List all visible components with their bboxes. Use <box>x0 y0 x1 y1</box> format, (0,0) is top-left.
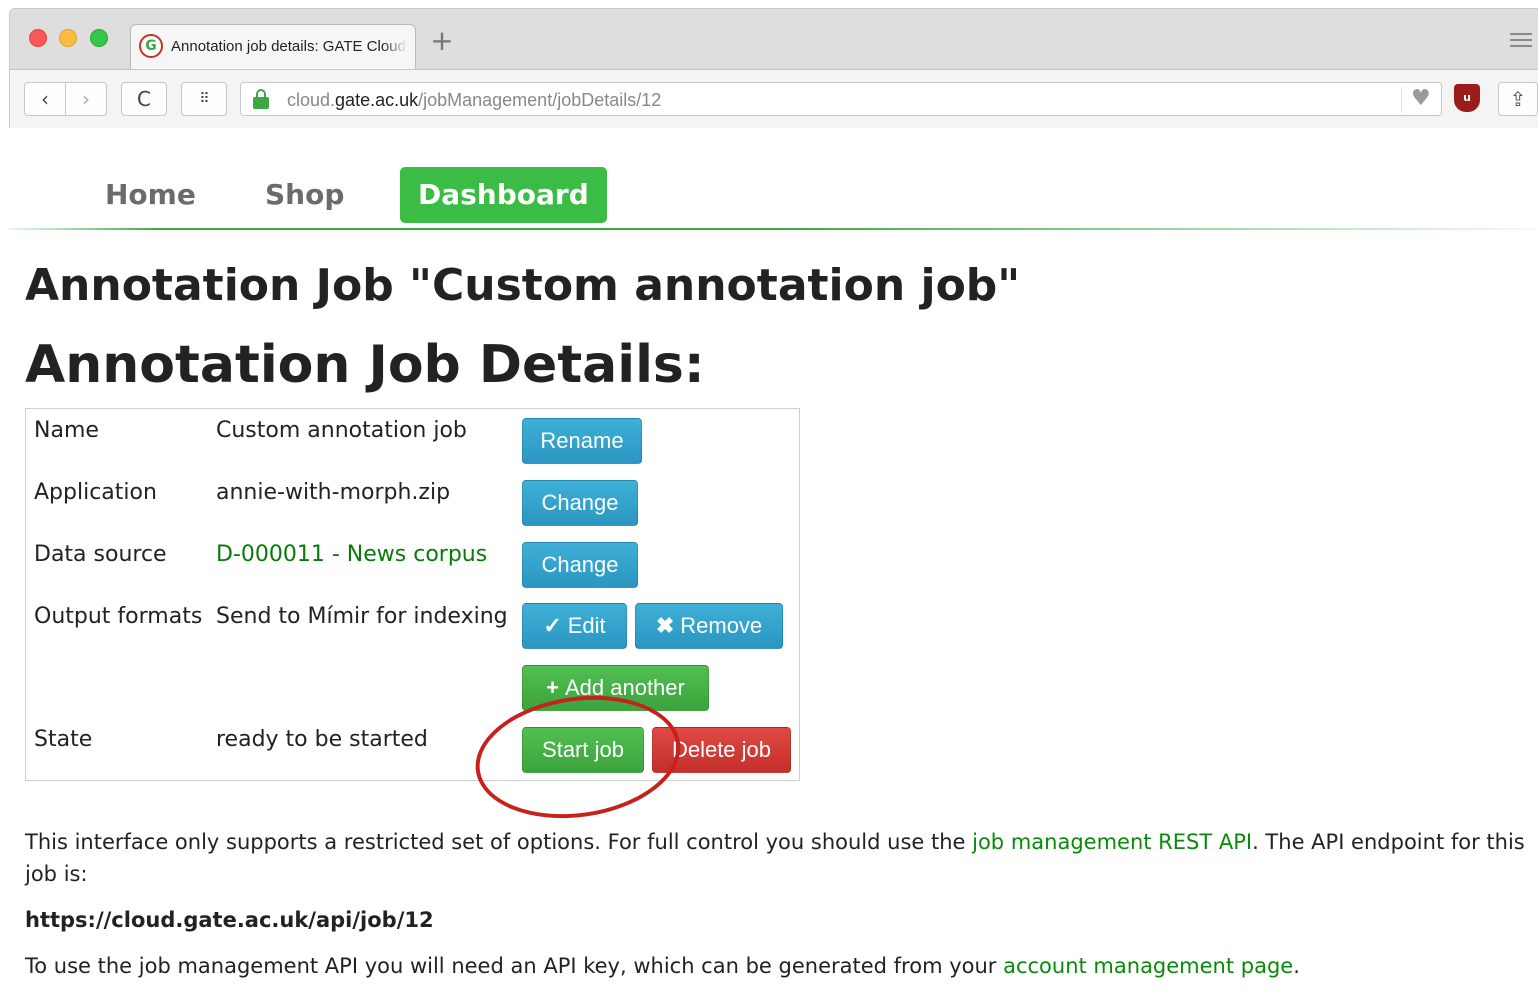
page-title: Annotation Job "Custom annotation job" <box>25 260 1021 311</box>
close-window-button[interactable] <box>29 29 47 47</box>
zoom-window-button[interactable] <box>90 29 108 47</box>
remove-label: Remove <box>680 613 763 638</box>
url-prefix: cloud. <box>287 90 336 110</box>
api-key-tail: . <box>1293 954 1300 978</box>
output-formats-value: Send to Mímir for indexing <box>216 604 508 629</box>
remove-output-button[interactable]: ✖ Remove <box>635 603 783 649</box>
add-another-output-button[interactable]: + Add another <box>522 665 709 711</box>
state-label: State <box>34 727 93 752</box>
output-formats-label: Output formats <box>34 604 203 629</box>
api-info-text: This interface only supports a restricte… <box>25 830 973 854</box>
top-sites-grid-icon[interactable]: ⠿ <box>181 82 227 116</box>
page-content: Home Shop Dashboard Annotation Job "Cust… <box>9 128 1538 1006</box>
tab-title: Annotation job details: GATE Cloud <box>171 37 407 57</box>
minimize-window-button[interactable] <box>59 29 77 47</box>
remove-icon: ✖ <box>655 613 675 638</box>
url-text[interactable]: cloud.gate.ac.uk/jobManagement/jobDetail… <box>287 89 661 111</box>
edit-icon: ✓ <box>543 613 562 638</box>
tab-menu-icon[interactable] <box>1510 33 1532 51</box>
site-nav: Home Shop Dashboard <box>9 128 1538 230</box>
tab-bar: G Annotation job details: GATE Cloud + <box>10 9 1538 70</box>
details-heading: Annotation Job Details: <box>25 335 705 395</box>
add-another-label: Add another <box>564 675 685 700</box>
gate-favicon-icon: G <box>139 34 163 58</box>
delete-job-button[interactable]: Delete job <box>652 727 791 773</box>
account-management-link[interactable]: account management page <box>1003 954 1293 978</box>
browser-tab[interactable]: G Annotation job details: GATE Cloud <box>130 24 416 70</box>
datasource-link[interactable]: D-000011 - News corpus <box>216 541 487 569</box>
url-domain: gate.ac.uk <box>335 90 419 110</box>
rename-button[interactable]: Rename <box>522 418 642 464</box>
new-tab-button[interactable]: + <box>428 27 456 55</box>
datasource-label: Data source <box>34 542 167 567</box>
name-label: Name <box>34 418 99 443</box>
url-separator <box>1401 87 1402 113</box>
edit-output-button[interactable]: ✓ Edit <box>522 603 627 649</box>
api-key-text: To use the job management API you will n… <box>25 954 1004 978</box>
url-path: /jobManagement/jobDetails/12 <box>418 90 662 110</box>
rest-api-link[interactable]: job management REST API <box>972 830 1252 854</box>
start-job-button[interactable]: Start job <box>522 727 644 773</box>
name-value: Custom annotation job <box>216 418 467 443</box>
heart-icon[interactable]: ♥ <box>1411 88 1431 110</box>
job-details-table: Name Custom annotation job Rename Applic… <box>25 408 800 781</box>
api-key-paragraph: To use the job management API you will n… <box>25 950 1525 982</box>
plus-icon: + <box>546 675 559 700</box>
back-button[interactable]: ‹ <box>24 82 66 116</box>
forward-button[interactable]: › <box>65 82 107 116</box>
nav-divider <box>9 228 1538 230</box>
share-button[interactable]: ⇪ <box>1498 82 1538 116</box>
edit-label: Edit <box>567 613 606 638</box>
lock-icon <box>253 89 269 109</box>
api-endpoint-url: https://cloud.gate.ac.uk/api/job/12 <box>25 908 434 932</box>
state-value: ready to be started <box>216 727 428 752</box>
reload-button[interactable]: C <box>121 82 167 116</box>
nav-dashboard-link[interactable]: Dashboard <box>400 167 607 223</box>
application-value: annie-with-morph.zip <box>216 480 451 505</box>
address-bar[interactable]: cloud.gate.ac.uk/jobManagement/jobDetail… <box>240 82 1442 116</box>
application-label: Application <box>34 480 157 505</box>
browser-toolbar: ‹ › C ⠿ cloud.gate.ac.uk/jobManagement/j… <box>10 69 1538 129</box>
change-application-button[interactable]: Change <box>522 480 638 526</box>
change-datasource-button[interactable]: Change <box>522 542 638 588</box>
api-info-paragraph: This interface only supports a restricte… <box>25 826 1525 890</box>
nav-shop-link[interactable]: Shop <box>247 167 362 223</box>
nav-home-link[interactable]: Home <box>87 167 214 223</box>
extension-shield-icon[interactable]: u <box>1454 84 1480 112</box>
browser-window: G Annotation job details: GATE Cloud + ‹… <box>9 8 1538 129</box>
